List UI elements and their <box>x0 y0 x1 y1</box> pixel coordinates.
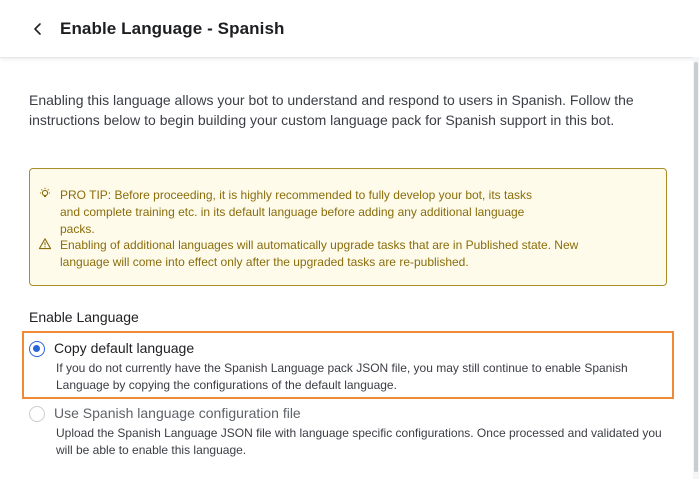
chevron-left-icon[interactable] <box>33 22 43 36</box>
pro-tip-row: PRO TIP: Before proceeding, it is highly… <box>40 187 532 238</box>
scrollbar-thumb[interactable] <box>694 62 698 472</box>
option-description: Upload the Spanish Language JSON file wi… <box>56 426 662 457</box>
option-description: If you do not currently have the Spanish… <box>56 361 628 392</box>
warning-line: Enabling of additional languages will au… <box>60 238 579 252</box>
page-header: Enable Language - Spanish <box>0 0 699 58</box>
enable-language-label: Enable Language <box>29 309 139 325</box>
warning-icon <box>38 238 52 250</box>
warning-line: language will come into effect only afte… <box>60 255 469 269</box>
intro-text: Enabling this language allows your bot t… <box>29 92 634 128</box>
radio-copy-default[interactable] <box>29 341 45 357</box>
option-title[interactable]: Copy default language <box>54 340 194 356</box>
radio-use-config-file[interactable] <box>29 406 45 422</box>
warning-text: Enabling of additional languages will au… <box>60 237 578 271</box>
main-content: Enabling this language allows your bot t… <box>22 90 674 457</box>
page-title: Enable Language - Spanish <box>60 18 285 38</box>
tip-box: PRO TIP: Before proceeding, it is highly… <box>29 168 667 286</box>
warning-row: Enabling of additional languages will au… <box>38 237 578 271</box>
pro-tip-line: PRO TIP: Before proceeding, it is highly… <box>60 188 533 202</box>
pro-tip-line: packs. <box>60 222 95 236</box>
pro-tip-line: and complete training etc. in its defaul… <box>60 205 525 219</box>
pro-tip-text: PRO TIP: Before proceeding, it is highly… <box>60 187 532 238</box>
option-title[interactable]: Use Spanish language configuration file <box>54 405 301 421</box>
lightbulb-icon <box>40 187 50 198</box>
back-button[interactable] <box>28 19 48 39</box>
